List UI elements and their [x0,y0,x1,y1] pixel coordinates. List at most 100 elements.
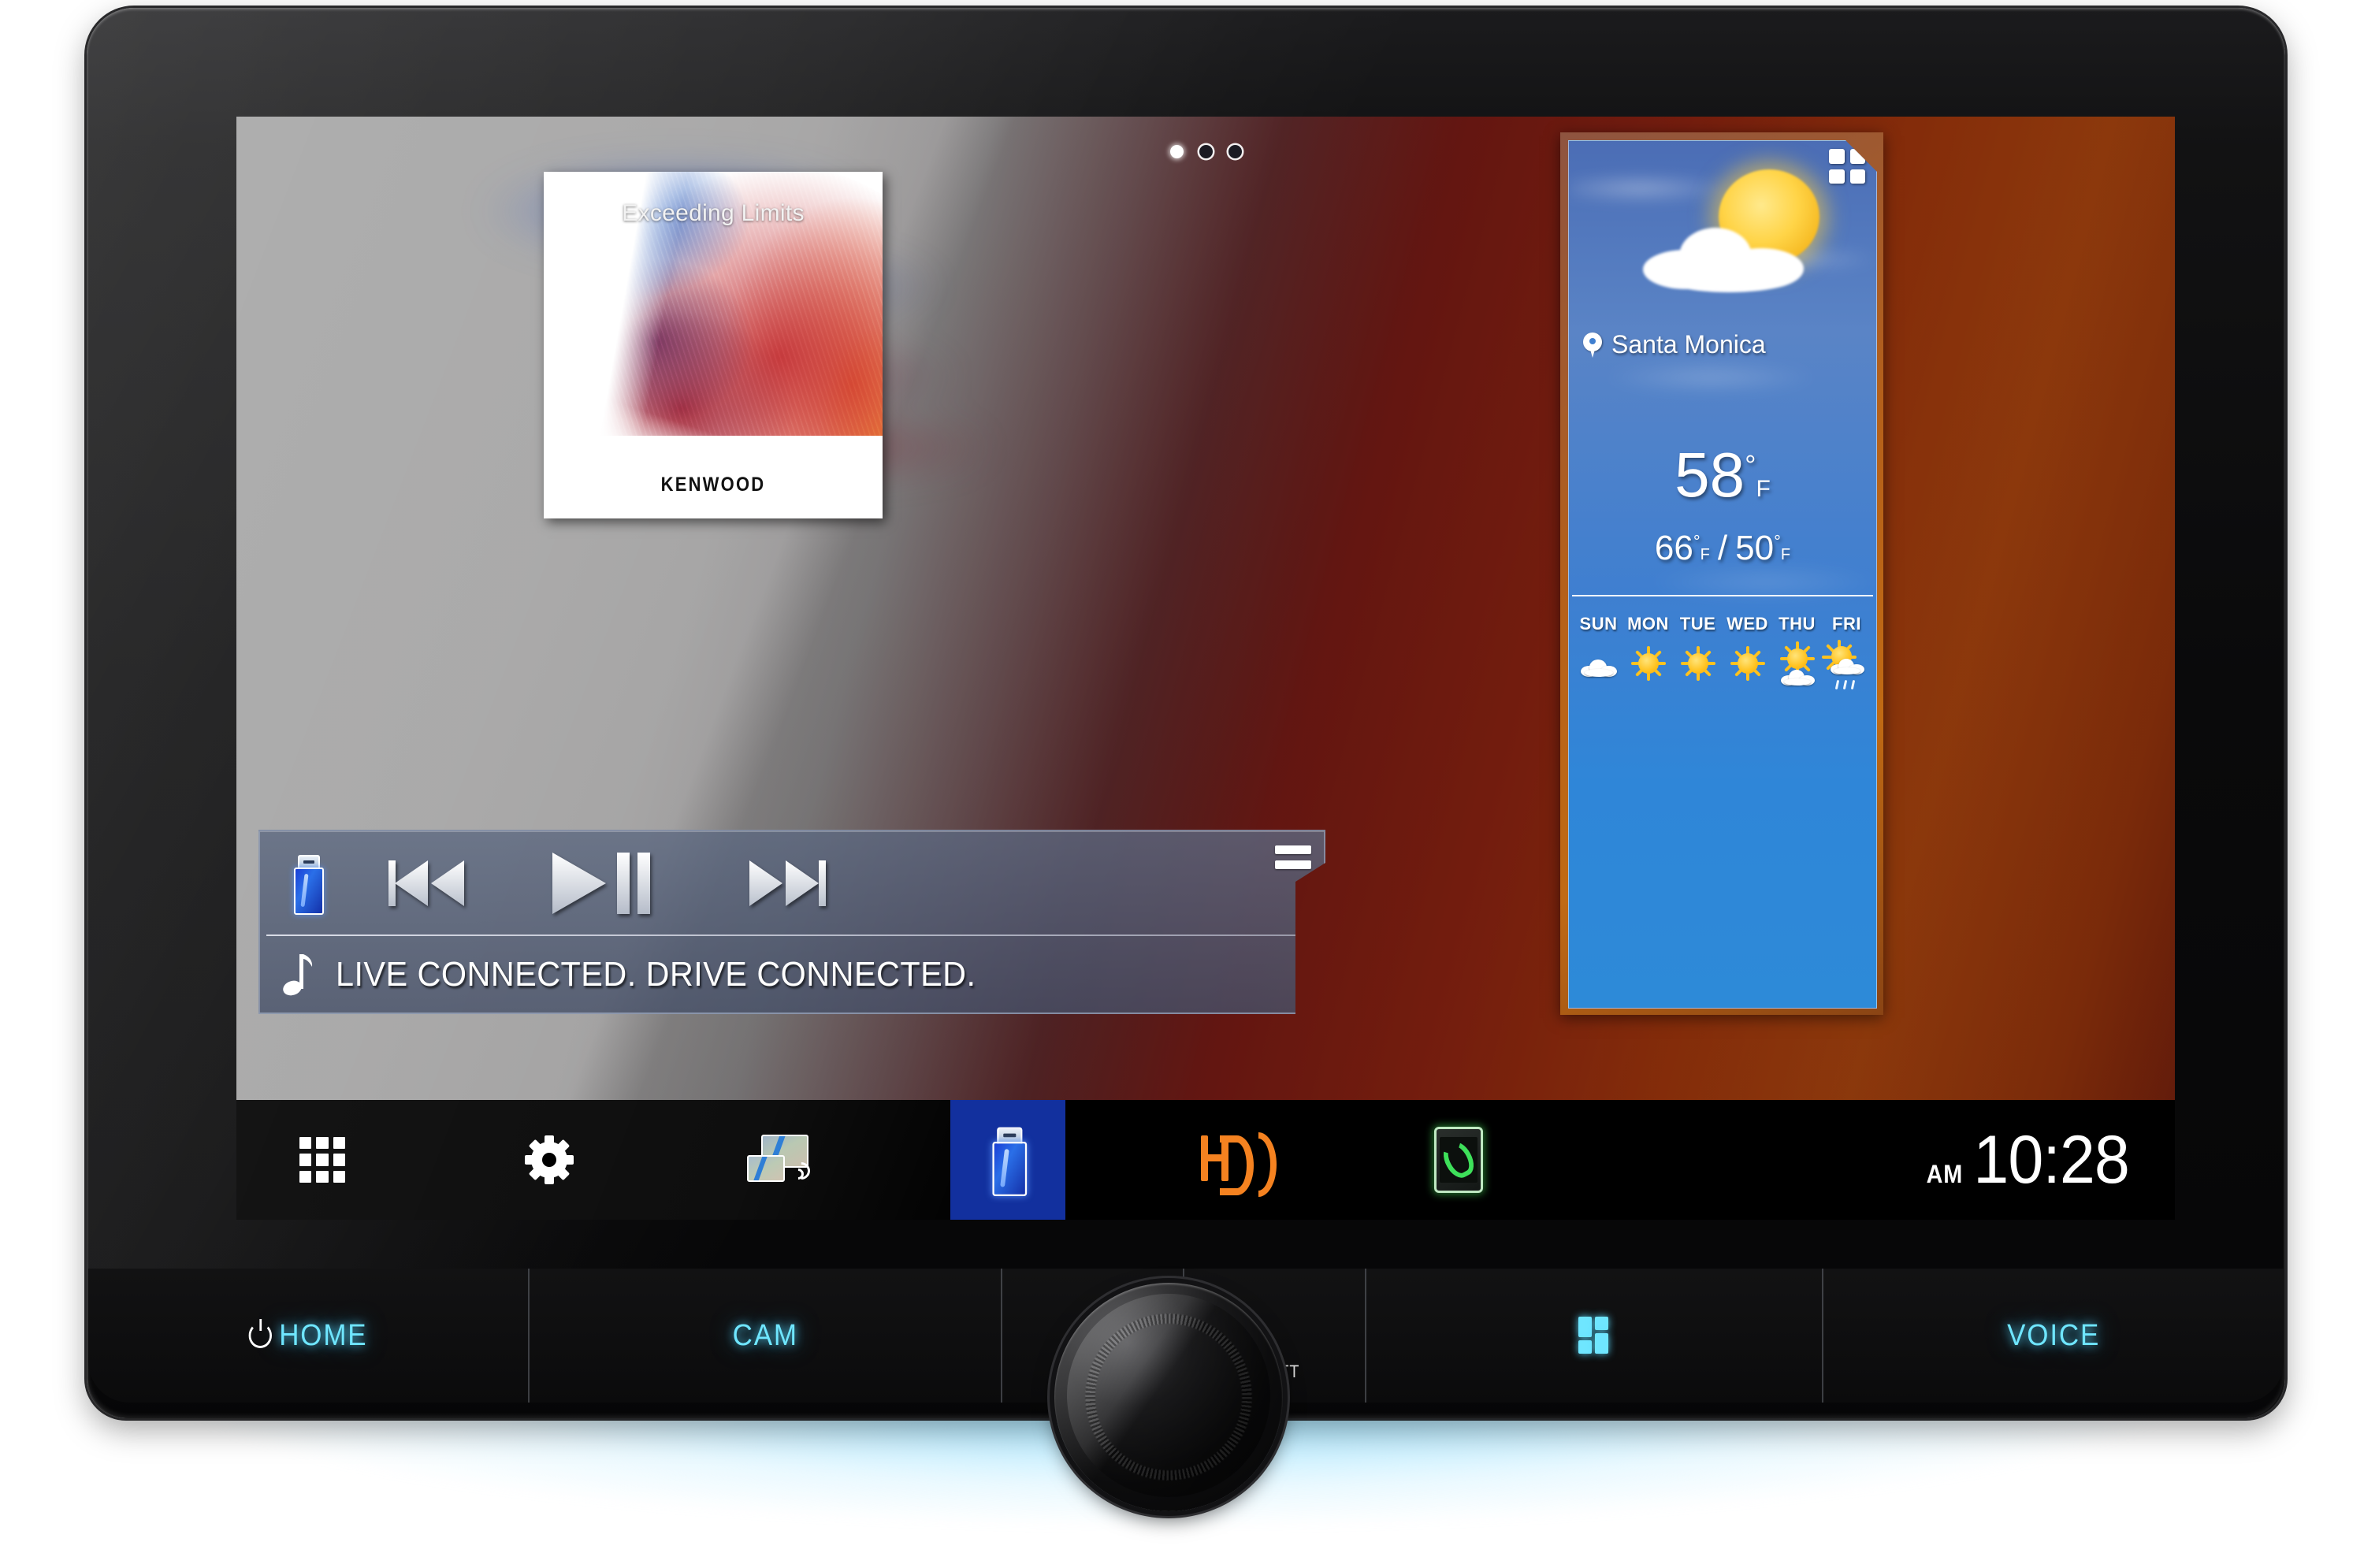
power-icon [248,1319,272,1348]
cloudy-icon [1574,641,1623,686]
forecast-day: TUE [1673,614,1723,686]
split-screen-icon [1577,1315,1611,1356]
transport-row [260,831,1324,935]
nav-item-hd-radio[interactable] [1176,1100,1291,1220]
weather-widget[interactable]: Santa Monica 58°F 66°F/50°F SUN MON TUE … [1560,132,1883,1015]
temp-separator: / [1717,529,1728,567]
weather-forecast-row: SUN MON TUE WED THU FRI [1574,614,1872,686]
home-button[interactable]: HOME [88,1269,530,1403]
apps-grid-icon [299,1137,345,1183]
media-list-menu-button[interactable] [1275,845,1311,875]
voice-button-label: VOICE [2007,1318,2101,1352]
menu-line-2 [1275,860,1311,869]
album-title: Exceeding Limits [622,200,805,226]
weather-card[interactable]: Santa Monica 58°F 66°F/50°F SUN MON TUE … [1568,140,1877,1009]
sunny-icon [1623,641,1673,686]
play-pause-icon [548,849,666,917]
low-degree: ° [1774,531,1781,552]
high-temp-value: 66 [1654,529,1693,567]
album-brand-logo: KENWOOD [660,474,766,496]
nav-item-mirroring[interactable] [719,1100,834,1220]
forecast-day-label: TUE [1679,614,1716,634]
forecast-day: MON [1623,614,1673,686]
grid-cell-3 [1829,169,1845,184]
cloud-shape [1643,221,1816,292]
low-temp-value: 50 [1735,529,1775,567]
source-usb-indicator[interactable] [260,855,355,912]
nav-item-phone[interactable] [1401,1100,1516,1220]
screen-mirror-icon [747,1135,814,1185]
phone-handset-icon [1434,1127,1483,1193]
play-pause-button[interactable] [504,849,709,917]
clock-ampm: AM [1926,1159,1964,1188]
temp-value: 58 [1674,440,1745,510]
media-control-panel[interactable]: LIVE CONNECTED. DRIVE CONNECTED. [258,830,1325,1014]
page-indicator[interactable] [236,145,2175,158]
touchscreen-display[interactable]: Exceeding Limits KENWOOD LIVE CONNECTED.… [236,117,2175,1220]
track-title: LIVE CONNECTED. DRIVE CONNECTED. [336,955,976,994]
next-track-button[interactable] [709,857,859,909]
grid-cell-4 [1850,169,1866,184]
rain-drops [1833,680,1861,691]
forecast-day: SUN [1574,614,1623,686]
volume-knob[interactable] [1052,1280,1285,1514]
cloud-glyph [1581,660,1617,677]
forecast-day: THU [1772,614,1822,686]
grid-widget-icon[interactable] [1829,149,1865,184]
page-dot-2[interactable] [1199,145,1213,158]
forecast-day: WED [1723,614,1772,686]
partly-cloudy-icon [1772,641,1822,686]
page-dot-3[interactable] [1228,145,1242,158]
forecast-day-label: MON [1627,614,1669,634]
previous-track-button[interactable] [355,857,504,909]
high-low-temperature: 66°F/50°F [1569,529,1876,568]
forecast-day-label: SUN [1579,614,1618,634]
head-unit: Exceeding Limits KENWOOD LIVE CONNECTED.… [0,0,2364,1568]
weather-divider [1572,595,1873,596]
partly-sunny-icon [1630,163,1827,305]
home-button-label-wrap: HOME [248,1318,368,1353]
city-name: Santa Monica [1611,330,1766,359]
track-info-row[interactable]: LIVE CONNECTED. DRIVE CONNECTED. [260,937,1324,1013]
usb-icon [292,855,322,912]
next-track-icon [737,857,831,909]
forecast-day-label: THU [1779,614,1816,634]
page-dot-1[interactable] [1169,145,1184,158]
voice-button[interactable]: VOICE [1823,1269,2284,1403]
menu-line-1 [1275,845,1311,854]
forecast-day: FRI [1822,614,1872,686]
temp-degree: ° [1745,448,1756,481]
location-pin-icon [1583,333,1602,358]
usb-icon [991,1127,1028,1196]
grid-cell-2 [1850,149,1866,164]
weather-location: Santa Monica [1583,330,1766,359]
clock: AM 10:28 [1924,1121,2175,1199]
home-button-label: HOME [279,1318,368,1352]
music-note-icon [260,951,336,998]
temp-unit: F [1756,476,1771,502]
knob-ridges [1052,1280,1285,1514]
nav-item-settings[interactable] [492,1100,607,1220]
grid-cell-1 [1829,149,1845,164]
split-screen-button[interactable] [1366,1269,1824,1403]
high-unit: F [1700,546,1710,563]
cam-button[interactable]: CAM [529,1269,1002,1403]
album-art[interactable]: Exceeding Limits KENWOOD [544,172,883,518]
prev-track-icon [382,857,477,909]
sunny-icon [1723,641,1772,686]
forecast-day-label: FRI [1832,614,1861,634]
nav-item-apps[interactable] [265,1100,380,1220]
usb-body [294,868,324,915]
media-divider [266,934,1318,936]
source-navigation-bar[interactable]: AM 10:28 [236,1100,2175,1220]
gear-icon [525,1135,574,1184]
current-temperature: 58°F [1569,439,1876,511]
cam-button-label: CAM [732,1318,798,1352]
hd-radio-icon [1199,1131,1277,1197]
low-unit: F [1780,546,1791,563]
rain-icon [1822,641,1872,686]
forecast-day-label: WED [1727,614,1768,634]
nav-item-usb[interactable] [950,1100,1065,1220]
note-glyph [282,951,314,998]
clock-time: 10:28 [1973,1121,2130,1198]
